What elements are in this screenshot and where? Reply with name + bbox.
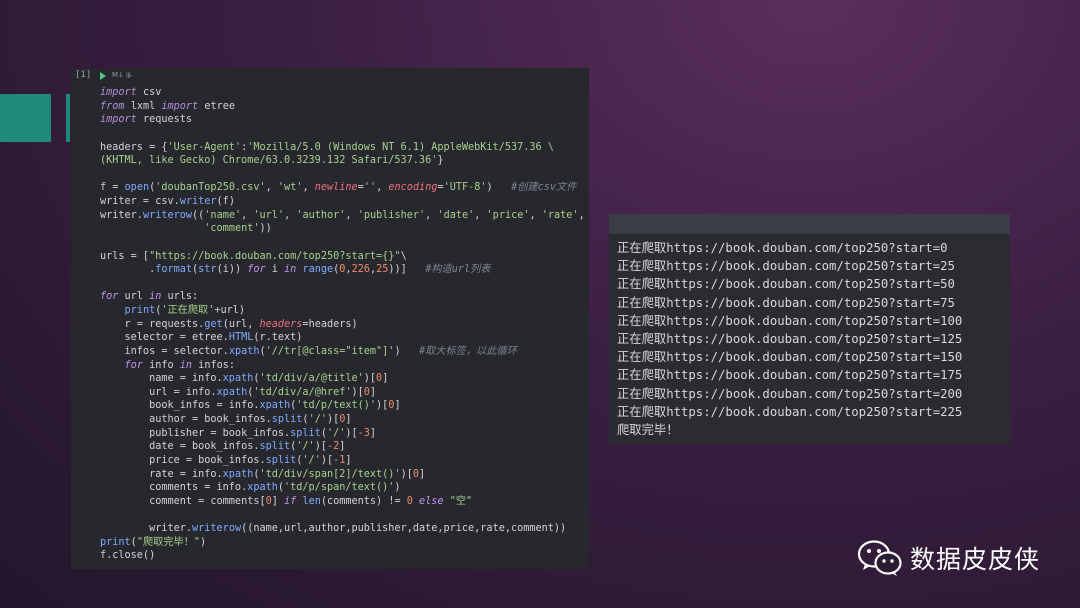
output-line: 正在爬取https://book.douban.com/top250?start… (617, 386, 963, 401)
run-icon[interactable] (100, 72, 106, 80)
output-panel: 正在爬取https://book.douban.com/top250?start… (609, 214, 1010, 444)
markdown-icon[interactable]: M↓ (112, 71, 124, 79)
output-line: 正在爬取https://book.douban.com/top250?start… (617, 332, 963, 347)
watermark-text: 数据皮皮侠 (910, 545, 1041, 574)
wechat-icon (858, 540, 902, 576)
output-line: 正在爬取https://book.douban.com/top250?start… (617, 259, 955, 274)
accent-bar (0, 94, 51, 142)
output-line: 爬取完毕！ (617, 423, 679, 438)
accent-line (66, 94, 70, 142)
cell-toolbar: [1] M↓ ⊪ (71, 68, 589, 84)
watermark: 数据皮皮侠 (858, 536, 1040, 580)
output-line: 正在爬取https://book.douban.com/top250?start… (617, 313, 963, 328)
output-header (609, 214, 1010, 234)
execution-count: [1] (75, 70, 92, 80)
output-log: 正在爬取https://book.douban.com/top250?start… (617, 239, 962, 439)
split-cell-icon[interactable]: ⊪ (126, 71, 133, 80)
output-line: 正在爬取https://book.douban.com/top250?start… (617, 404, 963, 419)
code-editor[interactable]: import csv from lxml import etree import… (100, 86, 585, 563)
output-line: 正在爬取https://book.douban.com/top250?start… (617, 241, 948, 255)
output-line: 正在爬取https://book.douban.com/top250?start… (617, 368, 963, 383)
output-line: 正在爬取https://book.douban.com/top250?start… (617, 350, 963, 365)
output-line: 正在爬取https://book.douban.com/top250?start… (617, 277, 955, 292)
output-line: 正在爬取https://book.douban.com/top250?start… (617, 295, 955, 310)
code-cell[interactable]: [1] M↓ ⊪ import csv from lxml import etr… (71, 68, 589, 569)
